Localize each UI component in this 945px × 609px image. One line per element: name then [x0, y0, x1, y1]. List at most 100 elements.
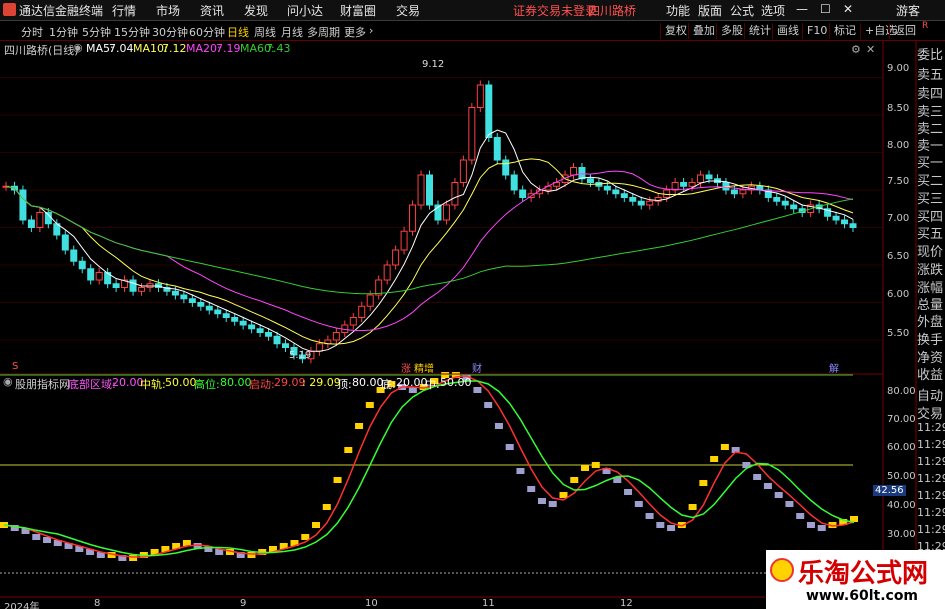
candle-body [87, 268, 95, 281]
candle-body [214, 309, 222, 315]
indicator-step [322, 504, 331, 510]
watermark-title: 乐淘公式网 [798, 559, 929, 589]
chart-canvas [0, 41, 917, 609]
indicator-step [494, 423, 503, 429]
candle-body [315, 343, 323, 352]
sub-legend: ◉ 股朋指标网 底部区域: 20.00 中轨: 50.00 高位: 80.00 … [0, 375, 880, 391]
price-tick-7: 7.00 [887, 213, 910, 224]
rp-time-5: 11:29 [917, 506, 945, 519]
candle-body [637, 200, 645, 206]
indicator-step [763, 483, 772, 489]
candle-body [493, 137, 501, 161]
indicator-step [785, 501, 794, 507]
rp-buy2: 买二 [917, 174, 944, 189]
candle-body [646, 200, 654, 206]
candle-body [366, 294, 374, 307]
rp-auto[interactable]: 自动 [917, 385, 943, 404]
indicator-step [365, 402, 374, 408]
indicator-step [699, 480, 708, 486]
candle-body [705, 174, 713, 180]
marker-jie[interactable]: 解 [829, 360, 839, 375]
candle-body [239, 320, 247, 326]
candle-body [222, 313, 230, 318]
candle-body [773, 197, 781, 202]
candle-body [426, 174, 433, 206]
sub-tick-50: 50.00 [887, 471, 916, 482]
bottom-value: 20.00 [396, 376, 428, 389]
price-tick-75: 7.50 [887, 176, 910, 187]
candle-body [468, 107, 476, 161]
rp-eps: 收益 [917, 368, 944, 383]
candle-body [476, 84, 484, 108]
candle-body [180, 294, 188, 300]
marker-jingzeng[interactable]: 精增 [414, 360, 434, 375]
indicator-step [806, 522, 815, 528]
indicator-step [634, 501, 643, 507]
marker-cai[interactable]: 财 [472, 360, 482, 375]
current-value-badge: 42.56 [873, 485, 906, 496]
candle-body [790, 204, 798, 210]
high-price-label: 9.12 [422, 59, 445, 70]
candle-body [282, 343, 290, 348]
sub-tick-40: 40.00 [887, 500, 916, 511]
x-label-10: 10 [365, 598, 378, 609]
x-label-9: 9 [240, 598, 247, 609]
indicator-step [344, 447, 353, 453]
candle-body [459, 159, 467, 183]
candle-body [392, 249, 400, 266]
rp-outside: 外盘 [917, 315, 944, 330]
candle-body [256, 328, 264, 333]
candle-body [841, 219, 849, 225]
ma-line-5 [5, 129, 854, 352]
indicator-step [505, 444, 514, 450]
indicator-step [484, 402, 493, 408]
rp-price: 现价 [917, 245, 944, 260]
sub-tick-80: 80.00 [887, 386, 916, 397]
candle-body [603, 185, 611, 191]
aux-value: : 29.09 [302, 376, 341, 389]
rp-time-0: 11:29 [917, 421, 945, 434]
candle-body [578, 167, 586, 180]
marker-s[interactable]: S [12, 361, 18, 372]
candles [2, 80, 857, 364]
bottom-label: 底: [381, 378, 396, 391]
indicator-step [667, 525, 676, 531]
candle-body [27, 219, 35, 228]
rp-time-2: 11:29 [917, 455, 945, 468]
top-value: 80.00 [352, 376, 384, 389]
indicator-step [301, 534, 310, 540]
candle-body [188, 298, 196, 303]
x-label-8: 8 [94, 598, 101, 609]
candle-body [739, 189, 747, 195]
candle-body [205, 305, 213, 311]
indicator-step [516, 468, 525, 474]
indicator-step [710, 456, 719, 462]
indicator-step [591, 462, 600, 468]
x-label-12: 12 [620, 598, 633, 609]
candle-body [510, 174, 518, 191]
marker-zhang[interactable]: 涨 [401, 360, 411, 375]
candle-body [519, 189, 527, 198]
rp-sell5: 卖五 [917, 68, 944, 83]
rp-turnover: 换手 [917, 333, 944, 348]
rp-buy1: 买一 [917, 156, 944, 171]
candle-body [112, 283, 120, 288]
rp-trade[interactable]: 交易 [917, 403, 943, 422]
candle-body [61, 234, 69, 251]
price-tick-55: 5.50 [887, 328, 910, 339]
candle-body [409, 204, 417, 232]
candle-body [612, 189, 620, 195]
indicator-step [43, 537, 52, 543]
main-grid [0, 77, 883, 341]
price-tick-9: 9.00 [887, 63, 910, 74]
indicator-step [796, 513, 805, 519]
x-label-11: 11 [482, 598, 495, 609]
candle-body [231, 317, 239, 322]
rp-sell4: 卖四 [917, 87, 944, 102]
indicator-step [645, 513, 654, 519]
indicator-step [312, 522, 321, 528]
indicator-step [537, 498, 546, 504]
high-value: 80.00 [220, 376, 252, 389]
indicator-step [247, 552, 256, 558]
sub-legend-icon[interactable]: ◉ [3, 375, 13, 388]
